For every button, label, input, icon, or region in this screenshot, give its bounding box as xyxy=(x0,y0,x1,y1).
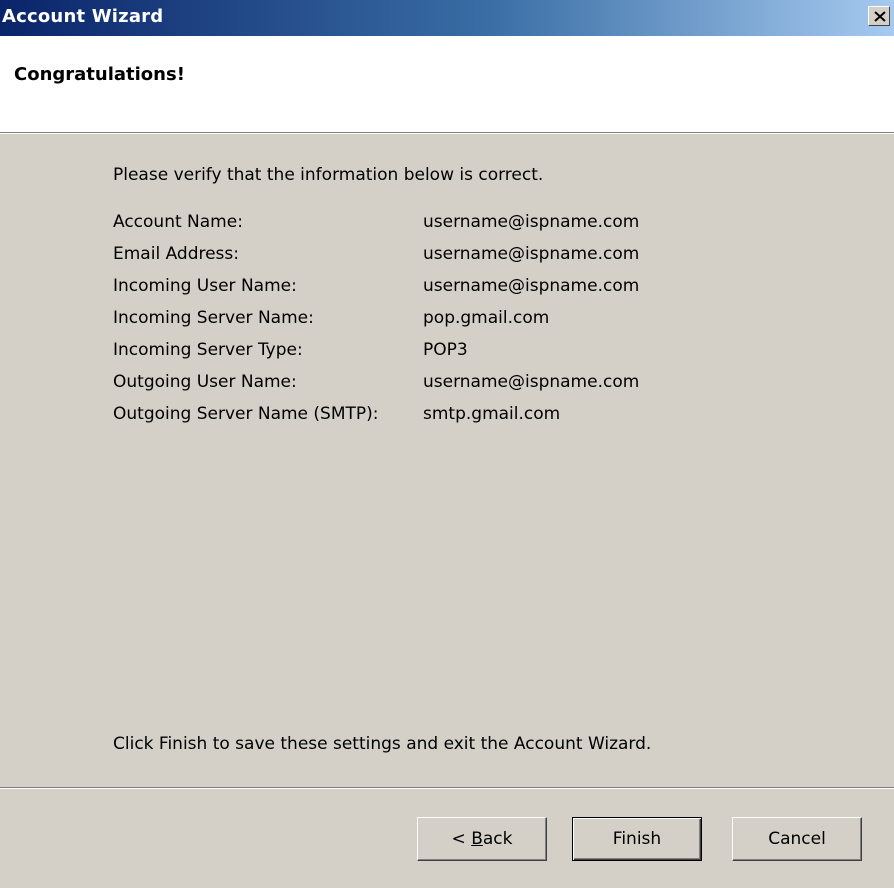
window-title: Account Wizard xyxy=(2,6,164,27)
page-title: Congratulations! xyxy=(14,64,185,85)
wizard-header: Congratulations! xyxy=(0,36,894,132)
back-label-rest: ack xyxy=(482,829,513,849)
title-bar[interactable]: Account Wizard xyxy=(0,0,894,36)
close-button[interactable] xyxy=(868,6,890,26)
summary-value: smtp.gmail.com xyxy=(423,404,561,424)
summary-value: username@ispname.com xyxy=(423,276,640,296)
finish-button[interactable]: Finish xyxy=(572,817,702,861)
close-icon xyxy=(874,11,886,22)
back-label-prefix: < xyxy=(451,829,472,849)
summary-label: Incoming Server Type: xyxy=(113,340,303,360)
intro-text: Please verify that the information below… xyxy=(113,165,544,185)
summary-label: Email Address: xyxy=(113,244,239,264)
summary-label: Incoming User Name: xyxy=(113,276,297,296)
back-button[interactable]: < Back xyxy=(417,817,547,861)
summary-value: username@ispname.com xyxy=(423,244,640,264)
summary-label: Incoming Server Name: xyxy=(113,308,314,328)
back-label-accelerator: B xyxy=(471,829,483,849)
summary-value: username@ispname.com xyxy=(423,212,640,232)
finish-label: Finish xyxy=(612,829,662,849)
footer-divider xyxy=(0,787,894,789)
cancel-button[interactable]: Cancel xyxy=(732,817,862,861)
summary-label: Account Name: xyxy=(113,212,243,232)
summary-value: username@ispname.com xyxy=(423,372,640,392)
header-divider xyxy=(0,132,894,134)
account-wizard-dialog: Account Wizard Congratulations! Please v… xyxy=(0,0,894,888)
summary-value: POP3 xyxy=(423,340,468,360)
summary-label: Outgoing User Name: xyxy=(113,372,297,392)
finish-instructions: Click Finish to save these settings and … xyxy=(113,734,652,754)
cancel-label: Cancel xyxy=(768,829,826,849)
summary-value: pop.gmail.com xyxy=(423,308,550,328)
summary-label: Outgoing Server Name (SMTP): xyxy=(113,404,379,424)
